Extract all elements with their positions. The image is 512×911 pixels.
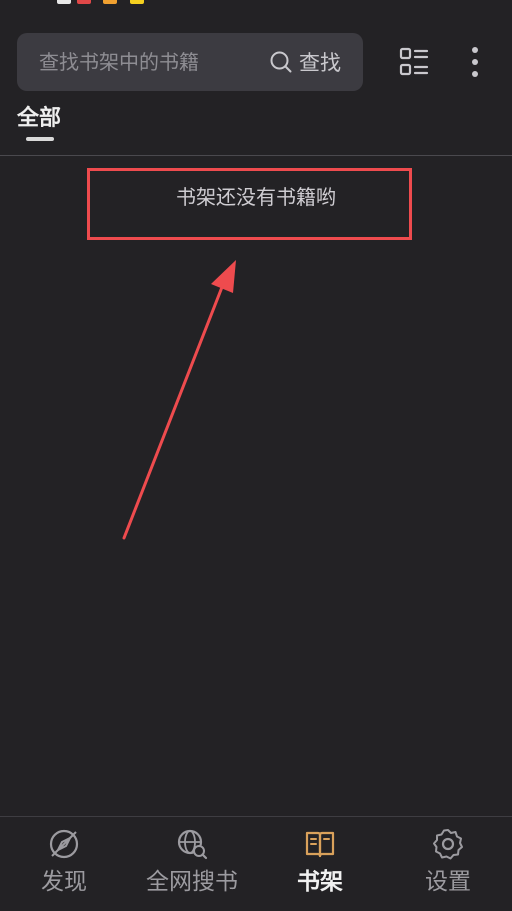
globe-search-icon [177,829,208,860]
annotation-arrow [122,260,236,540]
nav-label: 设置 [425,869,471,895]
nav-label: 书架 [297,869,343,895]
nav-bookshelf[interactable]: 书架 [256,827,384,897]
book-icon [305,831,335,858]
nav-discover[interactable]: 发现 [0,827,128,897]
bottom-navigation: 发现 全网搜书 书架 设置 [0,816,512,911]
nav-settings[interactable]: 设置 [384,827,512,897]
nav-label: 发现 [41,869,87,895]
nav-label: 全网搜书 [146,869,238,895]
bookshelf-screen: 查找书架中的书籍 查找 全部 书架还没有书籍哟 发现 全网搜书 书架 设置 [0,0,512,911]
nav-web-search[interactable]: 全网搜书 [128,827,256,897]
compass-icon [49,829,79,859]
gear-icon [433,829,463,860]
